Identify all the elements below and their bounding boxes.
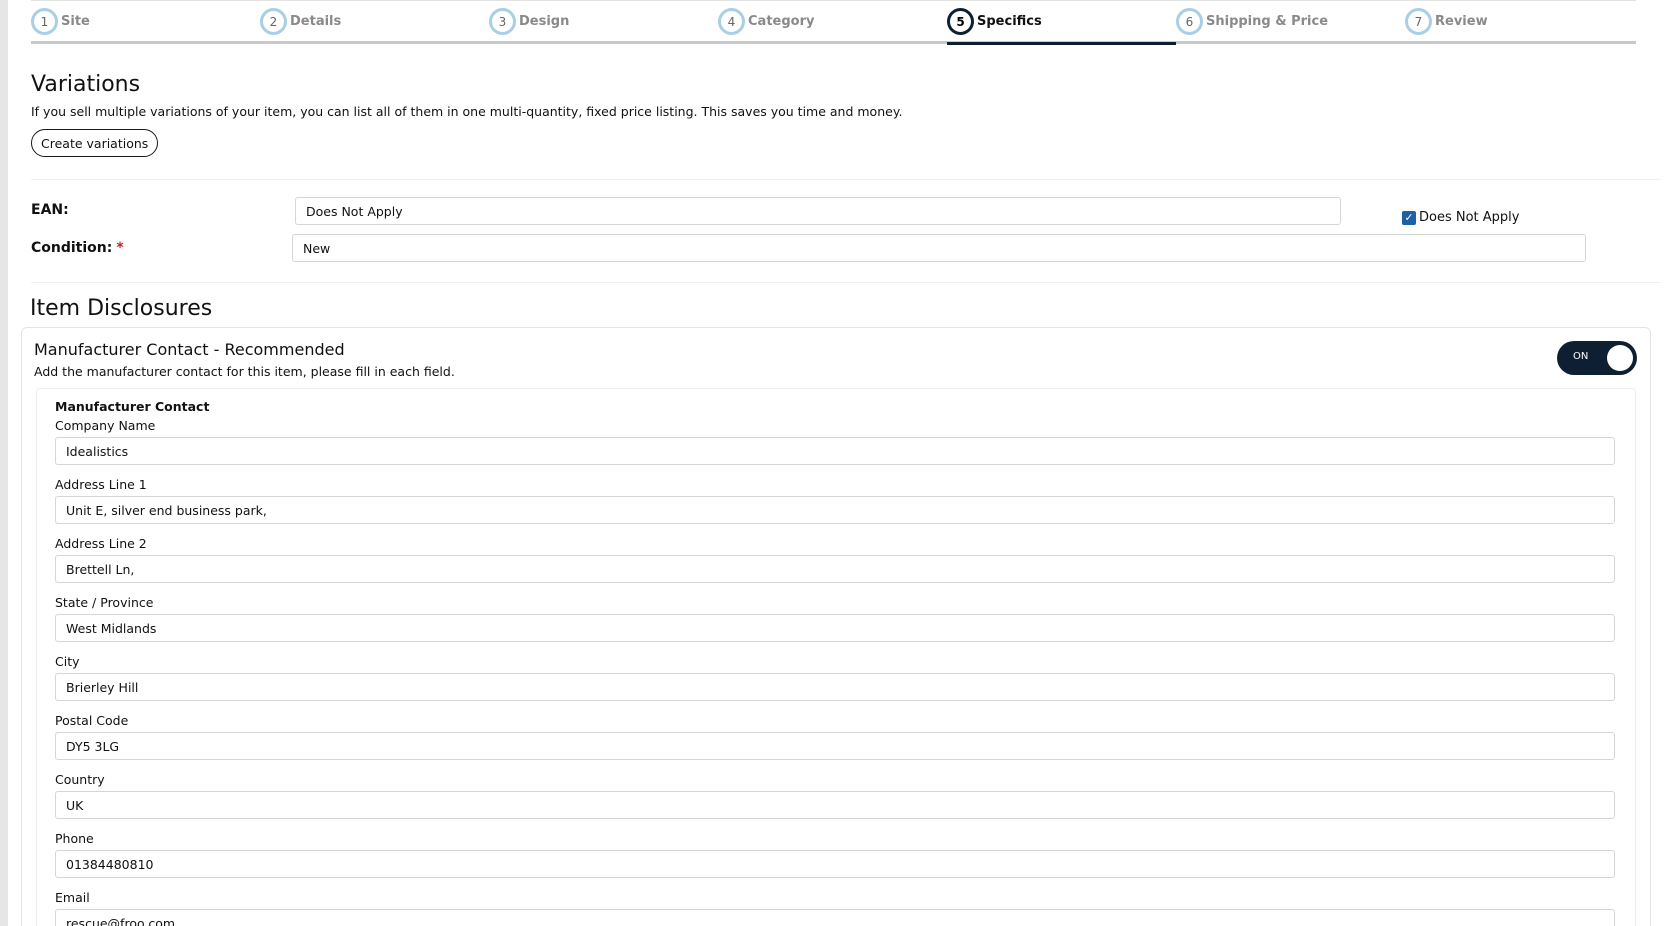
step-number: 3 xyxy=(489,8,516,35)
variations-title: Variations xyxy=(31,72,141,97)
create-variations-button[interactable]: Create variations xyxy=(31,129,159,157)
step-label: Shipping & Price xyxy=(1206,14,1329,29)
postal-code-label: Postal Code xyxy=(55,713,129,728)
manufacturer-contact-card: Manufacturer Contact - Recommended Add t… xyxy=(21,327,1651,926)
email-label: Email xyxy=(55,890,90,905)
step-number: 2 xyxy=(260,8,287,35)
address-line-2-input[interactable] xyxy=(55,555,1615,583)
company-name-input[interactable] xyxy=(55,437,1615,465)
phone-input[interactable] xyxy=(55,850,1615,878)
step-label: Details xyxy=(290,14,342,29)
company-name-label: Company Name xyxy=(55,418,156,433)
step-label: Review xyxy=(1435,14,1488,29)
city-input[interactable] xyxy=(55,673,1615,701)
city-label: City xyxy=(55,654,80,669)
condition-label-text: Condition: xyxy=(31,240,113,256)
left-rail xyxy=(0,0,8,926)
required-marker: * xyxy=(116,240,124,256)
step-details[interactable]: 2 Details xyxy=(260,1,489,42)
step-number: 5 xyxy=(947,8,974,35)
step-label: Category xyxy=(748,14,815,29)
manufacturer-contact-toggle[interactable]: ON xyxy=(1557,341,1637,375)
step-label: Specifics xyxy=(977,14,1042,29)
country-label: Country xyxy=(55,772,105,787)
toggle-state-label: ON xyxy=(1573,351,1589,362)
item-disclosures-title: Item Disclosures xyxy=(30,296,213,321)
step-number: 1 xyxy=(31,8,58,35)
step-category[interactable]: 4 Category xyxy=(718,1,947,42)
address-line-2-label: Address Line 2 xyxy=(55,536,147,551)
manufacturer-contact-title: Manufacturer Contact - Recommended xyxy=(34,340,345,359)
step-label: Design xyxy=(519,14,570,29)
divider xyxy=(31,282,1661,283)
step-number: 6 xyxy=(1176,8,1203,35)
step-design[interactable]: 3 Design xyxy=(489,1,718,42)
checkbox-checked-icon[interactable]: ✓ xyxy=(1402,210,1416,225)
country-input[interactable] xyxy=(55,791,1615,819)
ean-checkbox-label: Does Not Apply xyxy=(1419,210,1520,225)
postal-code-input[interactable] xyxy=(55,732,1615,760)
step-number: 7 xyxy=(1405,8,1432,35)
toggle-knob xyxy=(1607,345,1633,371)
step-review[interactable]: 7 Review xyxy=(1405,1,1634,42)
variations-section: Variations If you sell multiple variatio… xyxy=(31,72,1661,180)
manufacturer-contact-form: Manufacturer Contact Company Name Addres… xyxy=(36,388,1636,926)
manufacturer-contact-section-title: Manufacturer Contact xyxy=(55,399,210,414)
step-specifics[interactable]: 5 Specifics xyxy=(947,1,1176,45)
listing-stepper: 1 Site 2 Details 3 Design 4 Category 5 S… xyxy=(31,0,1636,45)
step-site[interactable]: 1 Site xyxy=(31,1,260,42)
email-input[interactable] xyxy=(55,909,1615,926)
condition-label: Condition: * xyxy=(31,240,124,256)
ean-label: EAN: xyxy=(31,202,69,218)
phone-label: Phone xyxy=(55,831,94,846)
manufacturer-contact-description: Add the manufacturer contact for this it… xyxy=(34,364,455,379)
state-province-label: State / Province xyxy=(55,595,154,610)
state-province-input[interactable] xyxy=(55,614,1615,642)
step-number: 4 xyxy=(718,8,745,35)
ean-input[interactable] xyxy=(295,197,1341,225)
step-label: Site xyxy=(61,14,90,29)
ean-does-not-apply[interactable]: ✓ Does Not Apply xyxy=(1402,210,1519,225)
address-line-1-input[interactable] xyxy=(55,496,1615,524)
step-shipping-price[interactable]: 6 Shipping & Price xyxy=(1176,1,1405,42)
address-line-1-label: Address Line 1 xyxy=(55,477,147,492)
variations-description: If you sell multiple variations of your … xyxy=(31,104,903,119)
condition-input[interactable] xyxy=(292,234,1586,262)
